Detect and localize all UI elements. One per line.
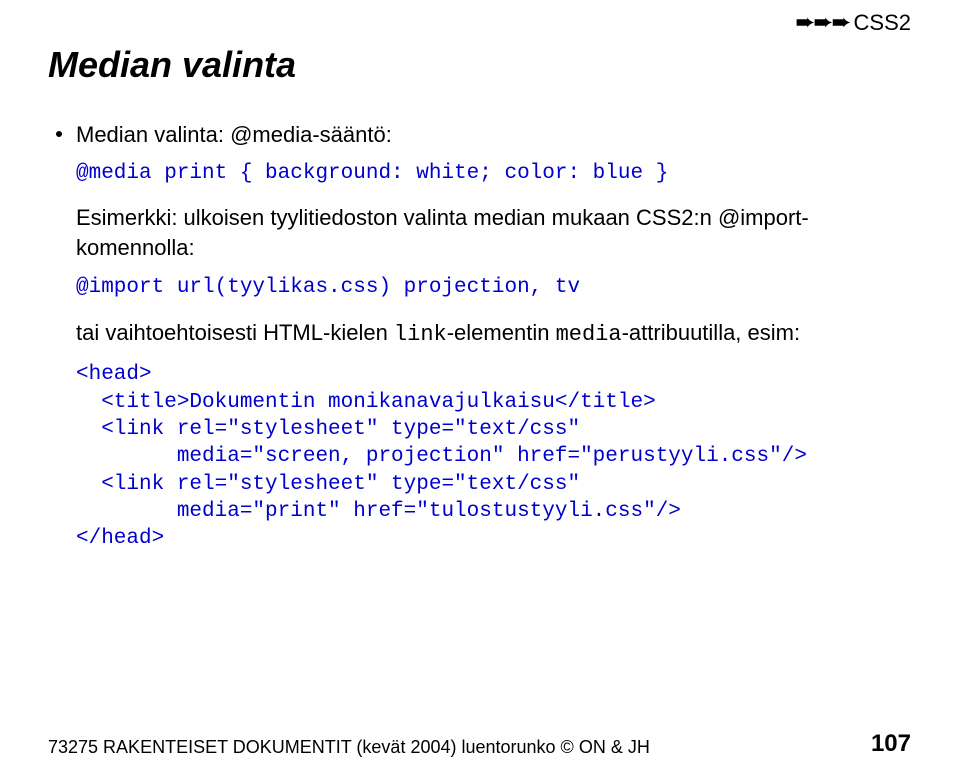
code-head-example: <head> <title>Dokumentin monikanavajulka… xyxy=(76,361,911,552)
page-title: Median valinta xyxy=(48,44,911,86)
bullet-icon xyxy=(56,131,62,137)
bullet-item: Median valinta: @media-sääntö: xyxy=(56,120,911,150)
bullet-text: Median valinta: @media-sääntö: xyxy=(76,120,392,150)
page-number: 107 xyxy=(871,730,911,758)
inline-code-link: link xyxy=(394,322,447,347)
paragraph-import-intro: Esimerkki: ulkoisen tyylitiedoston valin… xyxy=(76,203,911,262)
inline-code-media: media xyxy=(556,322,622,347)
para2-part-a: tai vaihtoehtoisesti HTML-kielen xyxy=(76,320,394,345)
code-import-rule: @import url(tyylikas.css) projection, tv xyxy=(76,274,911,301)
header-tag-text: CSS2 xyxy=(854,10,911,36)
paragraph-link-intro: tai vaihtoehtoisesti HTML-kielen link-el… xyxy=(76,318,911,350)
code-media-rule: @media print { background: white; color:… xyxy=(76,160,911,187)
footer-text: 73275 RAKENTEISET DOKUMENTIT (kevät 2004… xyxy=(48,737,650,758)
para2-part-b: -elementin xyxy=(447,320,556,345)
header-tag: ➨➨➨ CSS2 xyxy=(795,10,911,36)
para2-part-c: -attribuutilla, esim: xyxy=(622,320,801,345)
arrow-icons: ➨➨➨ xyxy=(795,11,849,35)
footer: 73275 RAKENTEISET DOKUMENTIT (kevät 2004… xyxy=(48,730,911,758)
